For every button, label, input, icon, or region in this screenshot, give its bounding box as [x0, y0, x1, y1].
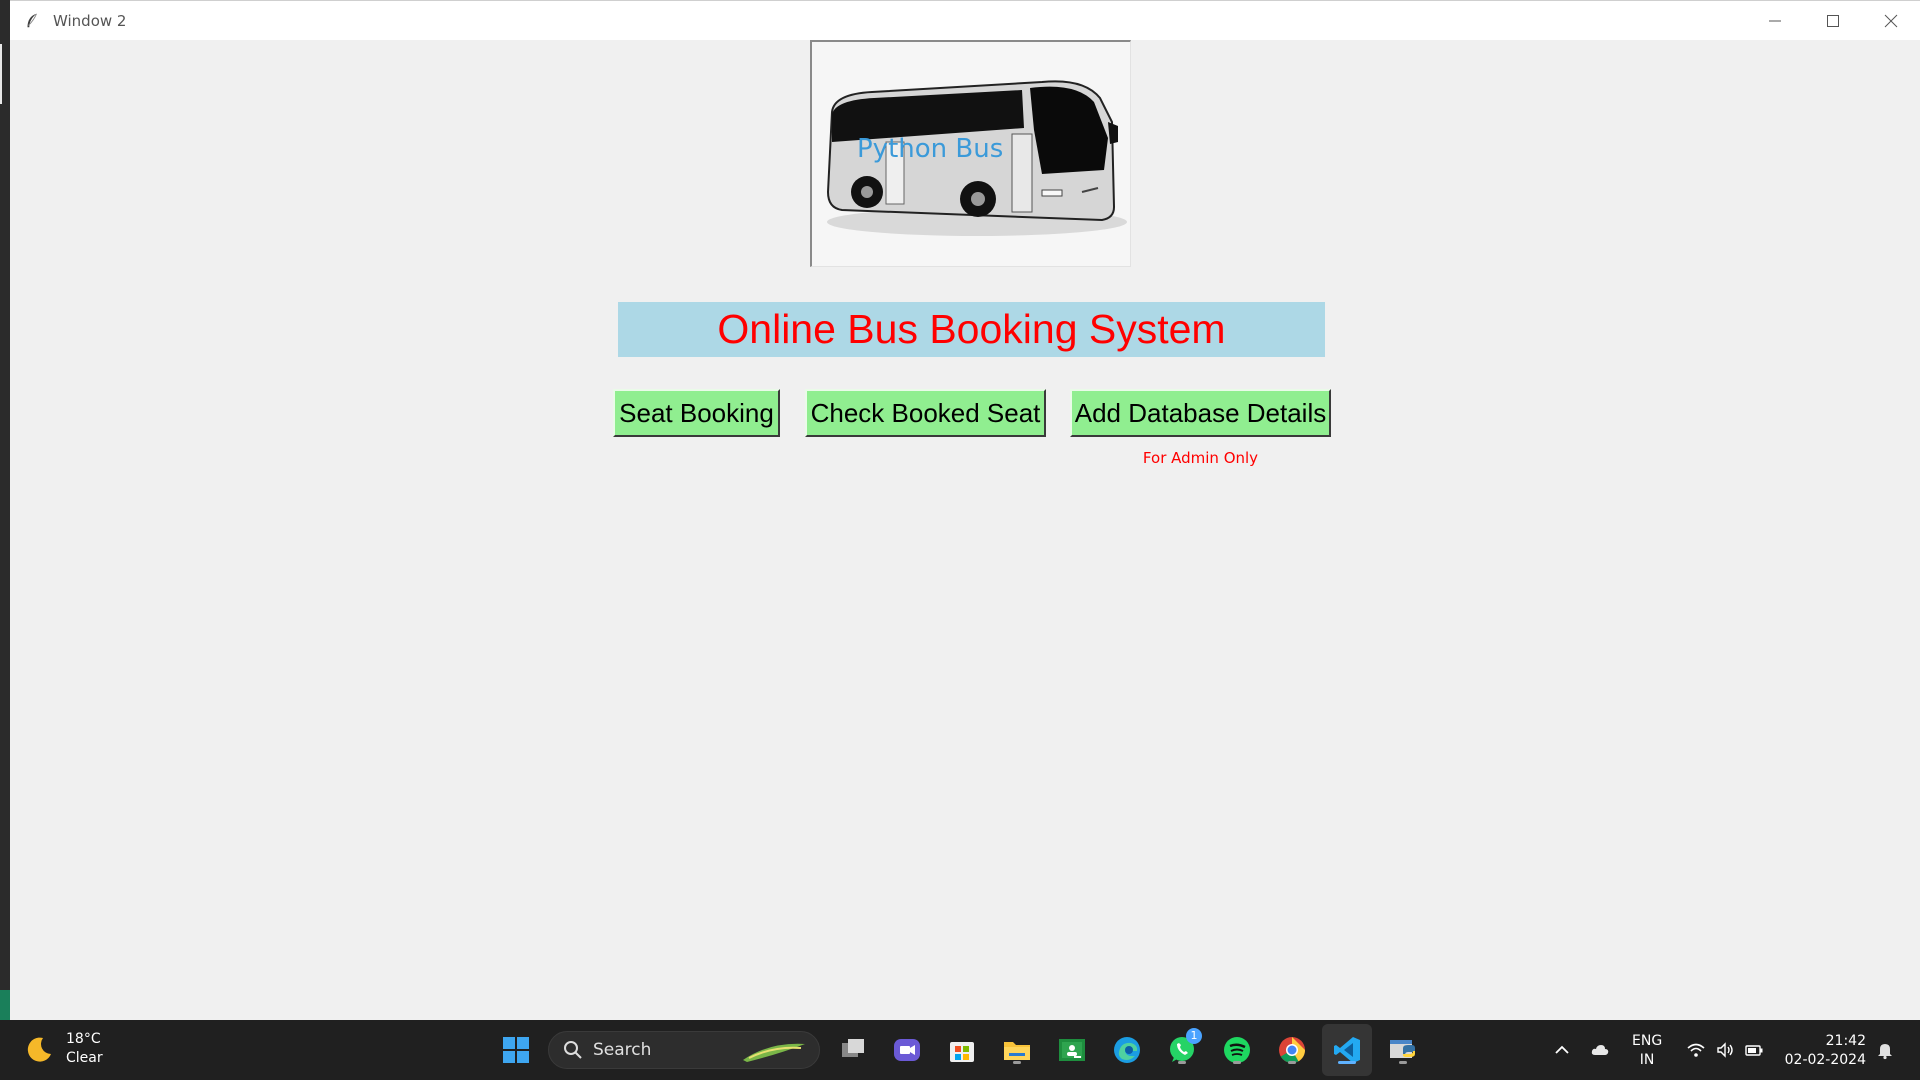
- clock-date: 02-02-2024: [1784, 1052, 1866, 1068]
- window-content: Python Bus Online Bus Booking System Sea…: [10, 40, 1920, 1021]
- add-database-details-button[interactable]: Add Database Details: [1070, 389, 1331, 437]
- store-icon: [950, 1042, 974, 1062]
- desktop-edge: [0, 0, 10, 1020]
- chevron-up-icon: [1555, 1045, 1569, 1054]
- running-indicator: [1178, 1061, 1186, 1064]
- whatsapp-button[interactable]: 1: [1164, 1028, 1202, 1068]
- classroom-app-button[interactable]: [1054, 1032, 1090, 1068]
- running-indicator: [1233, 1061, 1241, 1064]
- battery-button[interactable]: [1744, 1020, 1764, 1080]
- window-title: Window 2: [53, 11, 127, 30]
- close-button[interactable]: [1862, 1, 1920, 40]
- maximize-button[interactable]: [1804, 1, 1862, 40]
- file-explorer-button[interactable]: [999, 1032, 1035, 1068]
- wifi-button[interactable]: [1686, 1020, 1706, 1080]
- app-window: Window 2 Python Bus Online Bus Booking S…: [10, 0, 1920, 1021]
- onedrive-button[interactable]: [1590, 1020, 1610, 1080]
- chrome-button[interactable]: [1274, 1032, 1310, 1068]
- edge-browser-button[interactable]: [1109, 1032, 1145, 1068]
- show-hidden-icons-button[interactable]: [1552, 1020, 1572, 1080]
- language-indicator[interactable]: ENG IN: [1632, 1032, 1662, 1070]
- search-placeholder: Search: [593, 1040, 652, 1060]
- running-indicator: [1288, 1061, 1296, 1064]
- feather-icon: [27, 13, 37, 27]
- python-app-button[interactable]: [1385, 1032, 1421, 1068]
- wifi-icon: [1687, 1043, 1705, 1057]
- taskbar-search[interactable]: Search: [548, 1031, 820, 1069]
- close-icon: [1884, 14, 1898, 27]
- running-indicator: [1013, 1061, 1021, 1064]
- edge-icon: [1114, 1037, 1140, 1063]
- cloud-icon: [1591, 1045, 1609, 1055]
- running-indicator: [1399, 1061, 1407, 1064]
- language-code: ENG: [1632, 1033, 1663, 1049]
- task-view-icon: [842, 1039, 864, 1057]
- language-region: IN: [1639, 1052, 1655, 1068]
- bus-logo: Python Bus: [810, 40, 1131, 267]
- window-controls: [1746, 1, 1920, 40]
- minimize-button[interactable]: [1746, 1, 1804, 40]
- title-bar[interactable]: Window 2: [10, 1, 1920, 40]
- clock[interactable]: 21:42 02-02-2024: [1780, 1032, 1866, 1070]
- moon-icon: [27, 1037, 51, 1062]
- weather-temperature: 18°C: [66, 1031, 101, 1047]
- bell-icon: [1878, 1044, 1892, 1060]
- page-title: Online Bus Booking System: [618, 302, 1325, 357]
- windows-start-icon: [503, 1037, 529, 1063]
- active-indicator: [1338, 1061, 1356, 1064]
- desktop-edge-accent: [0, 990, 10, 1020]
- taskbar: 18°C Clear Search 1 ENG IN 21:42 02-02-2…: [0, 1020, 1920, 1080]
- seat-booking-button[interactable]: Seat Booking: [613, 389, 780, 437]
- vscode-button[interactable]: [1329, 1032, 1365, 1068]
- notification-badge: 1: [1186, 1028, 1202, 1044]
- minimize-icon: [1769, 20, 1781, 21]
- volume-button[interactable]: [1715, 1020, 1735, 1080]
- microsoft-store-button[interactable]: [944, 1032, 980, 1068]
- desktop-edge-mark: [0, 44, 2, 104]
- search-icon: [564, 1041, 582, 1059]
- notifications-button[interactable]: [1875, 1020, 1895, 1080]
- check-booked-seat-button[interactable]: Check Booked Seat: [805, 389, 1046, 437]
- bus-image-icon: Python Bus: [826, 80, 1127, 236]
- classroom-icon: [1059, 1039, 1085, 1061]
- teams-chat-button[interactable]: [889, 1032, 925, 1068]
- battery-icon: [1745, 1045, 1763, 1056]
- clock-time: 21:42: [1825, 1033, 1866, 1049]
- admin-only-note: For Admin Only: [1142, 449, 1259, 467]
- start-button[interactable]: [498, 1032, 534, 1068]
- weather-widget[interactable]: 18°C Clear: [24, 1030, 103, 1068]
- bus-logo-text: Python Bus: [857, 134, 1003, 164]
- camera-chat-icon: [894, 1039, 920, 1061]
- weather-condition: Clear: [66, 1050, 103, 1066]
- spotify-button[interactable]: [1219, 1032, 1255, 1068]
- speaker-icon: [1717, 1042, 1733, 1058]
- search-highlight-icon: [743, 1043, 805, 1062]
- task-view-button[interactable]: [835, 1032, 871, 1068]
- maximize-icon: [1827, 14, 1839, 27]
